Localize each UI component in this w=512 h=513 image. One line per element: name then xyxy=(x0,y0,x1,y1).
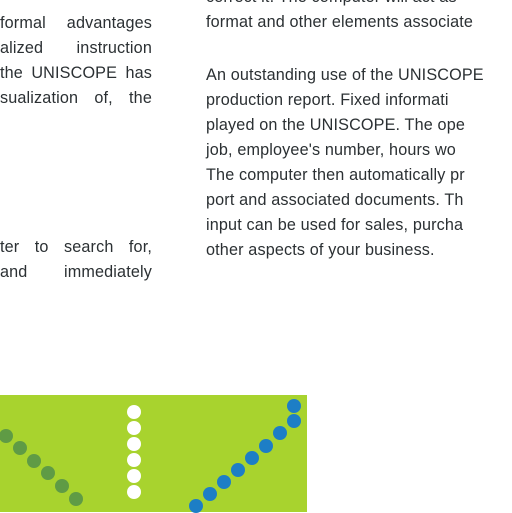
white-dot xyxy=(127,421,141,435)
white-dot xyxy=(127,405,141,419)
right-paragraph-1: correct it. The computer will act as for… xyxy=(206,0,512,35)
blue-dot xyxy=(217,475,231,489)
white-dot xyxy=(127,437,141,451)
dotted-illustration xyxy=(0,395,307,513)
white-dot xyxy=(127,485,141,499)
text-line: port and associated documents. Th xyxy=(206,191,464,209)
green-dot xyxy=(13,441,27,455)
text-line: other aspects of your business. xyxy=(206,241,435,259)
text-line: ter to search for, xyxy=(0,238,152,256)
blue-dot xyxy=(259,439,273,453)
green-dot xyxy=(69,492,83,506)
text-line: production report. Fixed informati xyxy=(206,91,449,109)
blue-dot xyxy=(287,414,301,428)
text-line: sualization of, the xyxy=(0,89,152,107)
green-dot xyxy=(41,466,55,480)
left-paragraph-1: formal advantages alized instruction the… xyxy=(0,11,152,111)
blue-dot xyxy=(287,399,301,413)
text-line: The computer then automatically pr xyxy=(206,166,465,184)
green-dot xyxy=(55,479,69,493)
white-dot xyxy=(127,469,141,483)
right-paragraph-2: An outstanding use of the UNISCOPE produ… xyxy=(206,63,512,263)
text-line: alized instruction xyxy=(0,39,152,57)
blue-dot xyxy=(231,463,245,477)
text-line: formal advantages xyxy=(0,14,152,32)
blue-dot xyxy=(245,451,259,465)
text-line: job, employee's number, hours wo xyxy=(206,141,456,159)
green-dot xyxy=(27,454,41,468)
text-line: correct it. The computer will act as xyxy=(206,0,512,10)
blue-dot xyxy=(273,426,287,440)
text-line: An outstanding use of the UNISCOPE xyxy=(206,66,484,84)
blue-dot xyxy=(203,487,217,501)
blue-dot xyxy=(189,499,203,513)
text-line: input can be used for sales, purcha xyxy=(206,216,464,234)
text-line: played on the UNISCOPE. The ope xyxy=(206,116,466,134)
text-line: the UNISCOPE has xyxy=(0,64,152,82)
text-line: and immediately xyxy=(0,263,152,281)
green-dot xyxy=(0,429,13,443)
left-paragraph-2: ter to search for, and immediately xyxy=(0,235,152,285)
text-line: format and other elements associate xyxy=(206,13,474,31)
white-dot xyxy=(127,453,141,467)
